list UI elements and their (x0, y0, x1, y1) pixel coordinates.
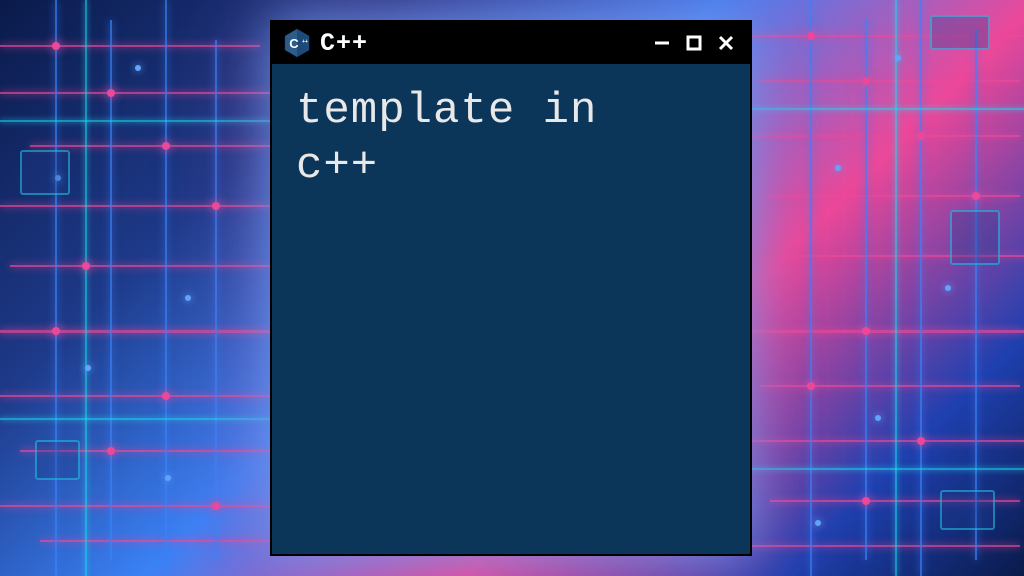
window-title: C++ (320, 29, 368, 58)
terminal-content-line2: c++ (296, 139, 726, 194)
window-controls (650, 31, 738, 55)
svg-text:C: C (289, 36, 299, 51)
terminal-window: C + + C++ (270, 20, 752, 556)
terminal-body: template in c++ (272, 64, 750, 214)
cpp-icon: C + + (284, 28, 310, 58)
title-bar[interactable]: C + + C++ (272, 22, 750, 64)
minimize-button[interactable] (650, 31, 674, 55)
close-button[interactable] (714, 31, 738, 55)
svg-text:+: + (305, 39, 308, 45)
title-bar-left: C + + C++ (284, 28, 368, 58)
terminal-content-line1: template in (296, 84, 726, 139)
maximize-button[interactable] (682, 31, 706, 55)
